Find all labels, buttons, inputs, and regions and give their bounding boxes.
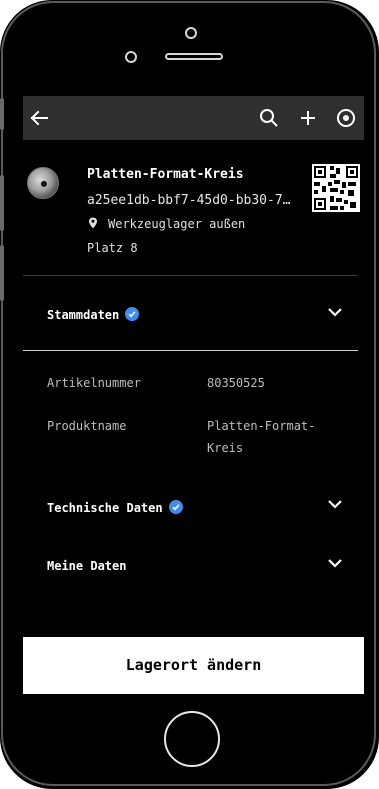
product-image <box>27 167 59 199</box>
product-id: a25ee1db-bbf7-45d0-bb30-7… <box>87 193 291 208</box>
place-text: Platz 8 <box>87 241 138 255</box>
section-meine-header[interactable]: Meine Daten <box>47 559 126 573</box>
header-divider <box>23 275 358 276</box>
field-value-line: Kreis <box>207 441 244 455</box>
section-meine-label: Meine Daten <box>47 559 127 573</box>
home-button[interactable] <box>164 711 220 767</box>
proximity-sensor <box>185 27 197 39</box>
field-value: Platten-Format- Kreis <box>207 415 357 459</box>
field-label: Artikelnummer <box>47 376 141 390</box>
app-bar <box>23 96 364 140</box>
field-value: 80350525 <box>207 376 265 390</box>
field-value-line: Platten-Format- <box>207 419 316 433</box>
section-stammdaten-header[interactable]: Stammdaten <box>47 307 140 322</box>
location-pin-icon <box>89 217 97 229</box>
front-camera <box>125 51 137 63</box>
volume-up-button <box>0 175 4 231</box>
verified-check-icon <box>125 307 140 321</box>
target-icon <box>337 109 355 127</box>
mute-switch <box>0 98 4 130</box>
location-text: Werkzeuglager außen <box>108 217 246 231</box>
target-button[interactable] <box>334 106 358 130</box>
section-divider <box>23 350 358 351</box>
verified-check-icon <box>168 500 183 514</box>
earpiece-speaker <box>165 53 223 60</box>
location-row: Werkzeuglager außen <box>87 217 245 231</box>
screen: Platten-Format-Kreis a25ee1db-bbf7-45d0-… <box>23 96 364 694</box>
product-title: Platten-Format-Kreis <box>87 167 244 182</box>
add-button[interactable] <box>296 106 320 130</box>
qr-code-icon[interactable] <box>312 164 360 212</box>
volume-down-button <box>0 245 4 301</box>
chevron-down-icon[interactable] <box>326 495 344 513</box>
chevron-up-icon[interactable] <box>326 303 344 321</box>
search-icon <box>260 109 278 127</box>
arrow-left-icon <box>30 110 48 126</box>
section-technische-label: Technische Daten <box>47 501 163 515</box>
plus-icon <box>301 111 315 125</box>
field-label: Produktname <box>47 419 127 433</box>
change-location-button[interactable]: Lagerort ändern <box>23 637 364 694</box>
search-button[interactable] <box>257 106 281 130</box>
section-technische-header[interactable]: Technische Daten <box>47 500 183 515</box>
phone-frame: Platten-Format-Kreis a25ee1db-bbf7-45d0-… <box>0 0 379 789</box>
back-button[interactable] <box>27 106 51 130</box>
section-stammdaten-label: Stammdaten <box>47 308 120 322</box>
chevron-down-icon[interactable] <box>326 554 344 572</box>
